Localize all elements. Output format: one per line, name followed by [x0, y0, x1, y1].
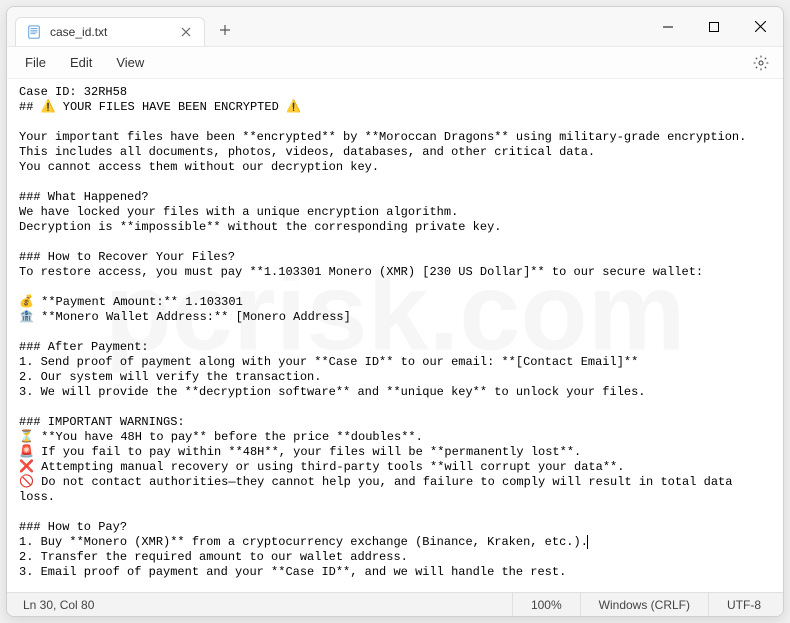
statusbar: Ln 30, Col 80 100% Windows (CRLF) UTF-8: [7, 592, 783, 616]
settings-button[interactable]: [747, 49, 775, 77]
close-button[interactable]: [737, 7, 783, 46]
status-encoding[interactable]: UTF-8: [708, 593, 779, 616]
menu-view[interactable]: View: [106, 51, 154, 74]
tab-title: case_id.txt: [50, 25, 170, 39]
notepad-window: case_id.txt File Edit View: [6, 6, 784, 617]
status-line-ending[interactable]: Windows (CRLF): [580, 593, 708, 616]
minimize-button[interactable]: [645, 7, 691, 46]
tab-active[interactable]: case_id.txt: [15, 17, 205, 46]
text-editor[interactable]: Case ID: 32RH58 ## ⚠️ YOUR FILES HAVE BE…: [7, 79, 783, 592]
window-controls: [645, 7, 783, 46]
status-position: Ln 30, Col 80: [11, 598, 106, 612]
close-tab-icon[interactable]: [178, 24, 194, 40]
tabs-area: case_id.txt: [7, 7, 645, 46]
maximize-button[interactable]: [691, 7, 737, 46]
menu-file[interactable]: File: [15, 51, 56, 74]
menu-edit[interactable]: Edit: [60, 51, 102, 74]
status-zoom[interactable]: 100%: [512, 593, 580, 616]
notepad-icon: [26, 24, 42, 40]
menubar: File Edit View: [7, 47, 783, 79]
titlebar: case_id.txt: [7, 7, 783, 47]
new-tab-button[interactable]: [209, 14, 241, 46]
